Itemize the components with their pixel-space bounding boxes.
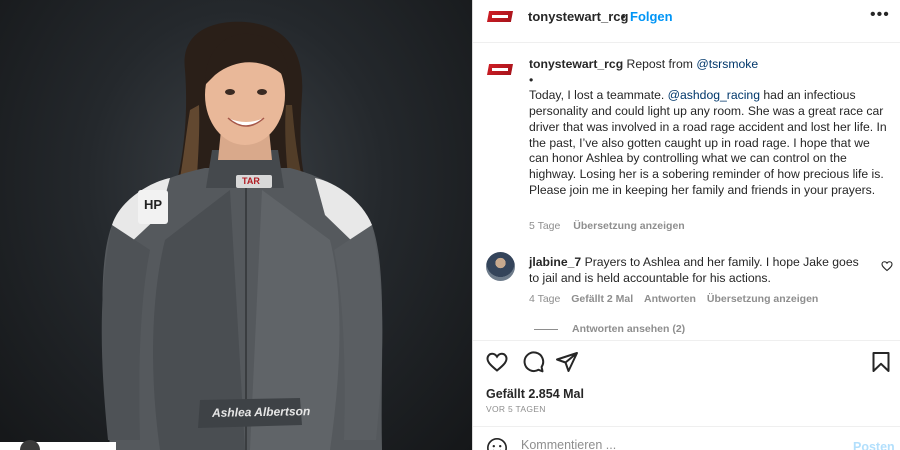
post-side-panel: tonystewart_rcg • Folgen ••• tonystewart…: [472, 0, 900, 450]
photo-collar-logo: TAR: [242, 176, 260, 186]
photo-name-patch: Ashlea Albertson: [211, 404, 311, 420]
header-divider: [473, 42, 900, 43]
more-horizontal-icon[interactable]: •••: [870, 6, 890, 24]
comment-username[interactable]: jlabine_7: [529, 255, 581, 269]
account-logo-icon[interactable]: [487, 11, 513, 22]
caption-text-1: Today, I lost a teammate.: [529, 88, 665, 103]
post-date[interactable]: VOR 5 TAGEN: [486, 404, 546, 414]
comment-likes-count[interactable]: Gefällt 2 Mal: [571, 293, 633, 305]
racer-illustration: [101, 21, 383, 450]
caption-mention[interactable]: @ashdog_racing: [668, 88, 760, 102]
caption-meta: 5 Tage Übersetzung anzeigen: [529, 220, 695, 232]
comment-reply-button[interactable]: Antworten: [644, 293, 696, 305]
post-header: tonystewart_rcg • Folgen •••: [473, 0, 900, 35]
comment-bubble-icon[interactable]: [521, 350, 545, 374]
view-replies-label: Antworten ansehen (2): [572, 323, 686, 335]
caption-repost-prefix: Repost from: [626, 57, 693, 71]
likes-count[interactable]: Gefällt 2.854 Mal: [486, 387, 584, 401]
caption-repost-handle[interactable]: @tsrsmoke: [696, 57, 758, 71]
follow-button[interactable]: Folgen: [630, 9, 673, 24]
emoji-icon[interactable]: [486, 437, 508, 450]
view-replies-button[interactable]: Antworten ansehen (2): [529, 323, 685, 335]
likes-label: Gefällt 2.854 Mal: [486, 387, 584, 401]
actions-divider: [473, 340, 900, 341]
share-send-icon[interactable]: [555, 350, 579, 374]
photo-suit-badge: HP: [144, 197, 163, 212]
caption-avatar-logo-icon[interactable]: [487, 64, 513, 75]
like-heart-icon[interactable]: [485, 350, 509, 374]
comment-translate-button[interactable]: Übersetzung anzeigen: [707, 293, 818, 305]
comment-like-heart-icon[interactable]: [881, 260, 893, 272]
comment-text-block: jlabine_7 Prayers to Ashlea and her fami…: [529, 254, 869, 286]
comment-meta: 4 Tage Gefällt 2 Mal Antworten Übersetzu…: [529, 293, 826, 305]
comment-input[interactable]: [521, 438, 841, 450]
caption-text-2: had an infectious personality and could …: [529, 88, 887, 197]
comment-box-divider: [473, 426, 900, 427]
post-comment-button[interactable]: Posten: [853, 440, 895, 450]
caption-username[interactable]: tonystewart_rcg: [529, 57, 623, 71]
comment-avatar[interactable]: [486, 252, 515, 281]
save-bookmark-icon[interactable]: [869, 350, 893, 374]
caption-translate-button[interactable]: Übersetzung anzeigen: [573, 220, 684, 232]
photo-overlay-bar: [0, 442, 116, 450]
caption-bullet: •: [529, 72, 534, 87]
post-caption: tonystewart_rcg Repost from @tsrsmoke • …: [529, 57, 889, 198]
comment-age[interactable]: 4 Tage: [529, 293, 560, 305]
post-photo[interactable]: HP TAR Ashlea Albertson: [0, 0, 472, 450]
header-separator: •: [621, 9, 626, 24]
header-username[interactable]: tonystewart_rcg: [528, 9, 628, 24]
caption-age[interactable]: 5 Tage: [529, 220, 560, 232]
replies-line: [534, 328, 558, 330]
